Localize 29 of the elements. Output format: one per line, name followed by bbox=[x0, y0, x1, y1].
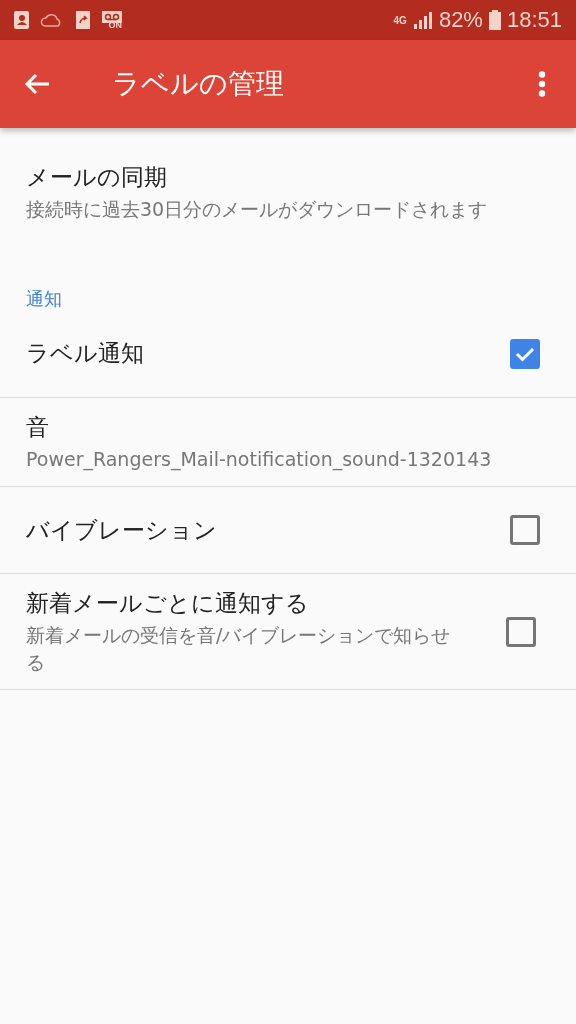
contacts-icon bbox=[12, 10, 30, 30]
checkbox[interactable] bbox=[510, 515, 540, 546]
setting-summary: Power_Rangers_Mail-notification_sound-1320143 bbox=[26, 446, 493, 473]
settings-row[interactable]: バイブレーション bbox=[0, 487, 576, 575]
section-header: 通知 bbox=[25, 286, 63, 311]
settings-row[interactable]: 新着メールごとに通知する 新着メールの受信を音/バイブレーションで知らせる bbox=[0, 574, 576, 691]
setting-summary: 新着メールの受信を音/バイブレーションで知らせる bbox=[26, 623, 452, 675]
battery-icon bbox=[488, 10, 501, 30]
clock: 18:51 bbox=[506, 7, 562, 33]
share-icon bbox=[74, 10, 92, 30]
settings-row[interactable]: ラベル通知 bbox=[0, 310, 576, 398]
back-arrow-icon bbox=[24, 73, 50, 95]
network-type: 4G bbox=[393, 14, 407, 26]
setting-title: ラベル通知 bbox=[26, 339, 145, 369]
setting-title: 新着メールごとに通知する bbox=[26, 589, 310, 619]
more-vertical-icon bbox=[538, 71, 546, 97]
screen-title: ラベルの管理 bbox=[112, 66, 285, 102]
setting-summary: 接続時に過去30日分のメールがダウンロードされます bbox=[26, 197, 489, 222]
checkbox[interactable] bbox=[510, 338, 540, 369]
signal-icon bbox=[412, 11, 433, 29]
battery-percent: 82% bbox=[438, 7, 483, 33]
checkbox[interactable] bbox=[506, 616, 536, 647]
settings-row[interactable]: 音 Power_Rangers_Mail-notification_sound-1320143 bbox=[0, 397, 576, 488]
setting-title: 音 bbox=[26, 412, 50, 442]
check-icon bbox=[515, 345, 535, 362]
setting-title: メールの同期 bbox=[26, 163, 168, 192]
setting-title: バイブレーション bbox=[26, 515, 218, 545]
settings-row[interactable]: メールの同期 接続時に過去30日分のメールがダウンロードされます bbox=[0, 148, 576, 263]
voicemail-icon bbox=[102, 10, 122, 23]
